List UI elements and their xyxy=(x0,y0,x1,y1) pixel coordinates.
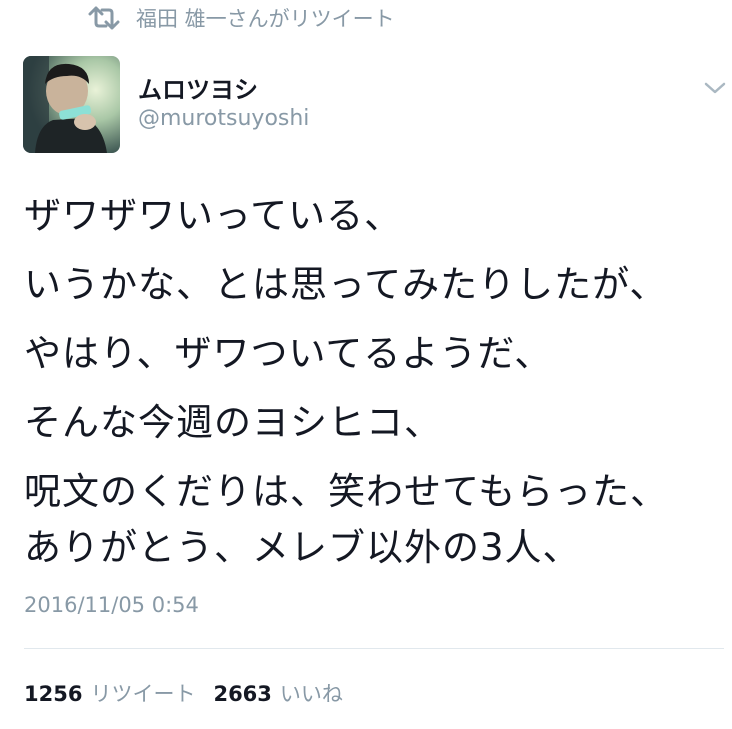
retweet-count[interactable]: 1256 xyxy=(24,682,82,706)
tweet-line: やはり、ザワついてるようだ、 xyxy=(24,332,553,375)
tweet-text: ザワザワいっている、 いうかな、とは思ってみたりしたが、 やはり、ザワついてるよ… xyxy=(24,188,714,576)
tweet-timestamp[interactable]: 2016/11/05 0:54 xyxy=(24,593,199,617)
chevron-down-icon[interactable] xyxy=(702,78,728,98)
divider xyxy=(24,648,724,649)
tweet-stats: 1256 リツイート 2663 いいね xyxy=(24,678,343,708)
tweet-line: 呪文のくだりは、笑わせてもらった、 xyxy=(24,470,669,513)
retweet-context-text[interactable]: 福田 雄一さんがリツイート xyxy=(136,3,395,33)
display-name[interactable]: ムロツヨシ xyxy=(138,70,258,105)
like-count-label[interactable]: いいね xyxy=(280,678,343,708)
tweet-line: そんな今週のヨシヒコ、 xyxy=(24,401,442,444)
tweet-line: ザワザワいっている、 xyxy=(24,194,403,237)
retweet-icon xyxy=(86,6,122,30)
tweet-line: いうかな、とは思ってみたりしたが、 xyxy=(24,263,668,306)
screen-name[interactable]: @murotsuyoshi xyxy=(138,106,309,131)
tweet-line: ありがとう、メレブ以外の3人、 xyxy=(24,526,581,569)
retweet-count-label[interactable]: リツイート xyxy=(90,678,195,708)
like-count[interactable]: 2663 xyxy=(213,682,271,706)
retweet-context: 福田 雄一さんがリツイート xyxy=(86,4,395,32)
avatar[interactable] xyxy=(23,56,120,153)
